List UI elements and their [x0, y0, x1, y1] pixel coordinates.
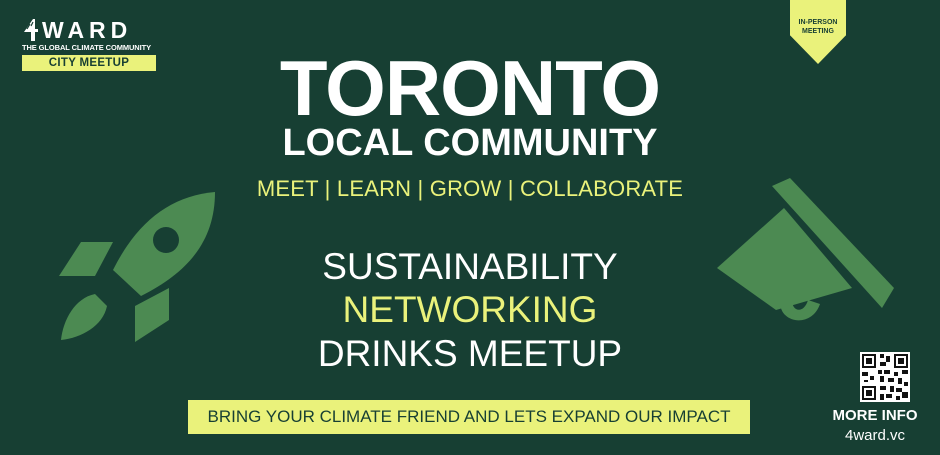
- city-meetup-badge: CITY MEETUP: [22, 55, 156, 71]
- pillars-tagline: MEET | LEARN | GROW | COLLABORATE: [256, 176, 684, 201]
- ribbon-line-1: IN-PERSON: [798, 19, 838, 26]
- ribbon-text: IN-PERSON MEETING: [790, 18, 846, 36]
- event-line-sustainability: SUSTAINABILITY: [322, 246, 618, 287]
- logo-wordmark: WARD: [22, 16, 160, 42]
- logo-name: WARD: [42, 17, 133, 43]
- logo-tagline: THE GLOBAL CLIMATE COMMUNITY: [22, 43, 151, 52]
- in-person-ribbon: IN-PERSON MEETING: [790, 0, 846, 64]
- event-banner: WARD THE GLOBAL CLIMATE COMMUNITY CITY M…: [0, 0, 940, 455]
- more-info-label: MORE INFO: [832, 407, 918, 424]
- ribbon-line-2: MEETING: [802, 28, 834, 35]
- city-title: TORONTO: [279, 44, 661, 132]
- event-line-drinks: DRINKS MEETUP: [317, 333, 623, 374]
- logo-tree-icon: [24, 19, 38, 41]
- event-line-networking: NETWORKING: [342, 289, 598, 330]
- community-subtitle: LOCAL COMMUNITY: [282, 122, 658, 164]
- website-link[interactable]: 4ward.vc: [820, 427, 930, 445]
- cta-banner[interactable]: BRING YOUR CLIMATE FRIEND AND LETS EXPAN…: [188, 400, 750, 434]
- 4ward-logo[interactable]: WARD THE GLOBAL CLIMATE COMMUNITY CITY M…: [22, 16, 160, 71]
- qr-code-icon[interactable]: [860, 352, 910, 402]
